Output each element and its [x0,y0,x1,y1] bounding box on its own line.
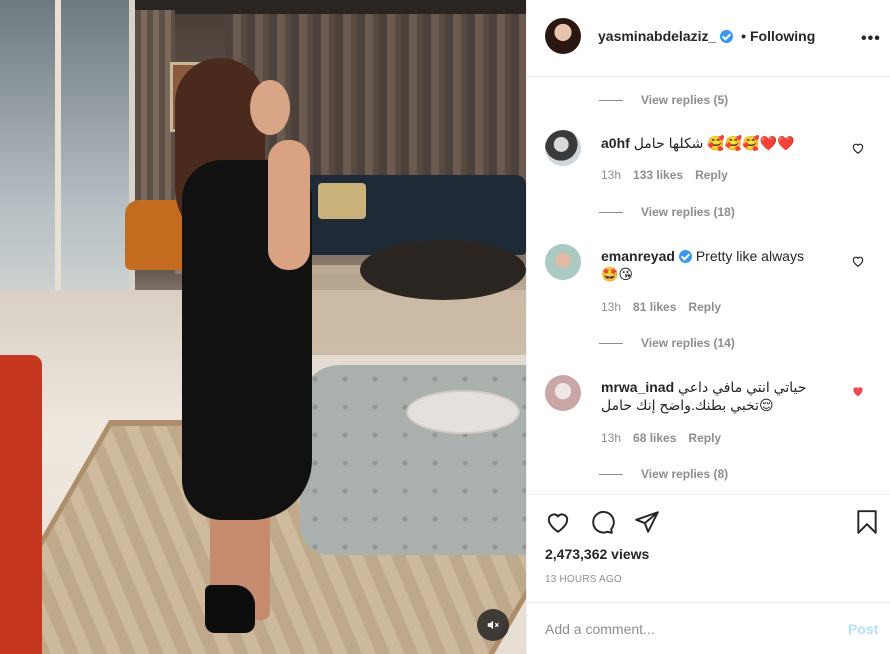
following-button[interactable]: Following [750,28,815,44]
comment-likes[interactable]: 81 likes [633,300,676,314]
paper-plane-icon[interactable] [634,509,660,535]
video-scene-red-chair [0,355,42,654]
comment-body: a0hf شكلها حامل 🥰🥰🥰❤️❤️ [601,134,841,152]
verified-badge-icon [720,30,734,43]
view-count[interactable]: 2,473,362 views [545,546,649,562]
commenter-avatar[interactable] [545,375,581,411]
comment-meta: 13h 133 likes Reply [601,168,728,182]
view-replies-button[interactable]: View replies (5) [599,91,728,109]
post-actions: 2,473,362 views 13 HOURS AGO [527,494,890,602]
comment-body: emanreyad Pretty like always 🤩😘 [601,247,841,283]
mute-button[interactable] [477,609,509,641]
post-header: yasminabdelaziz_ • Following ••• [527,0,890,77]
reply-button[interactable]: Reply [688,431,721,445]
commenter-username[interactable]: emanreyad [601,248,675,264]
author-username[interactable]: yasminabdelaziz_ [598,28,716,44]
post-comment-button[interactable]: Post [848,621,878,637]
video-scene-tray [406,390,520,434]
video-scene-person-shoe [205,585,255,633]
replies-divider [599,99,623,101]
comment-text: Pretty like always [695,248,804,264]
post-video[interactable] [0,0,526,654]
view-replies-label: View replies (14) [641,336,735,350]
replies-divider [599,342,623,344]
comment-meta: 13h 68 likes Reply [601,431,721,445]
instagram-post-modal: yasminabdelaziz_ • Following ••• View re… [0,0,890,654]
view-replies-label: View replies (5) [641,93,729,107]
reply-button[interactable]: Reply [695,168,728,182]
comment-time[interactable]: 13h [601,431,621,445]
video-scene-coffee-table [360,240,526,300]
comment-text: شكلها حامل 🥰🥰🥰❤️❤️ [633,135,795,151]
heart-icon[interactable] [545,509,571,535]
view-replies-label: View replies (18) [641,205,735,219]
heart-icon[interactable] [851,254,865,268]
reply-button[interactable]: Reply [688,300,721,314]
commenter-username[interactable]: mrwa_inad [601,379,674,395]
speaker-muted-icon [487,620,499,630]
more-options-button[interactable]: ••• [861,30,881,48]
comments-list[interactable]: View replies (5) a0hf شكلها حامل 🥰🥰🥰❤️❤️… [527,78,890,494]
replies-divider [599,211,623,213]
view-replies-button[interactable]: View replies (14) [599,334,735,352]
video-scene-cushion [318,183,366,219]
comment-body: mrwa_inad حياتي انتي مافي داعي تخبي بطنك… [601,378,841,414]
author-info: yasminabdelaziz_ • Following [598,28,815,44]
comment-likes[interactable]: 133 likes [633,168,683,182]
replies-divider [599,473,623,475]
comment-time[interactable]: 13h [601,168,621,182]
bookmark-icon[interactable] [854,509,880,535]
comment-time[interactable]: 13h [601,300,621,314]
comment-meta: 13h 81 likes Reply [601,300,721,314]
comment-text-emoji: 🤩😘 [601,266,634,282]
view-replies-button[interactable]: View replies (8) [599,465,728,483]
post-sidebar: yasminabdelaziz_ • Following ••• View re… [526,0,890,654]
commenter-avatar[interactable] [545,244,581,280]
heart-icon[interactable] [851,141,865,155]
follow-separator: • [741,28,747,44]
author-avatar[interactable] [545,18,581,54]
comment-text: حياتي انتي مافي داعي [678,379,807,395]
comment-likes[interactable]: 68 likes [633,431,676,445]
comment-input[interactable] [545,619,825,639]
verified-badge-icon [678,250,692,263]
heart-filled-icon[interactable] [851,384,865,398]
commenter-avatar[interactable] [545,130,581,166]
view-replies-label: View replies (8) [641,467,729,481]
commenter-username[interactable]: a0hf [601,135,630,151]
video-scene-person-face [250,80,290,135]
post-timestamp[interactable]: 13 HOURS AGO [545,574,622,585]
video-scene-window-frame [55,0,61,300]
comment-text-line2: تخبي بطنك.واضح إنك حامل😌 [601,397,774,413]
video-scene-person-arm [268,140,310,270]
add-comment-bar: Post [527,602,890,654]
speech-bubble-icon[interactable] [589,509,615,535]
view-replies-button[interactable]: View replies (18) [599,203,735,221]
video-scene-window [0,0,135,300]
